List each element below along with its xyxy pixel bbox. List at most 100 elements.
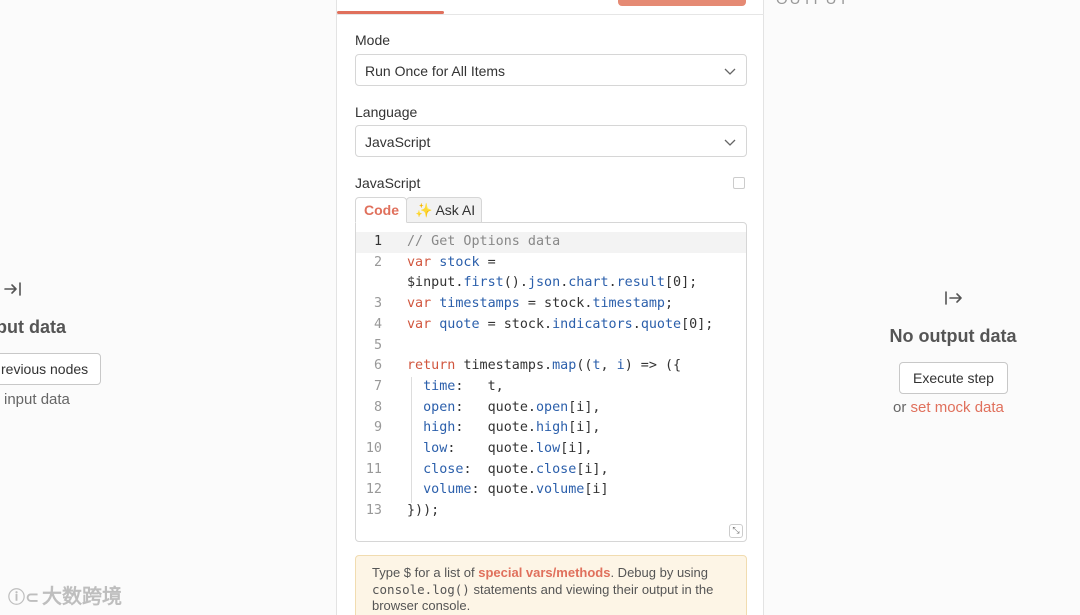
code-token: return xyxy=(407,358,464,374)
code-token: , xyxy=(600,358,617,374)
expand-icon[interactable] xyxy=(733,177,745,189)
tab-bar-divider xyxy=(337,14,764,15)
code-token: ; xyxy=(665,296,674,312)
hint-prefix: Type $ for a list of xyxy=(372,565,479,580)
previous-nodes-button[interactable]: revious nodes xyxy=(0,353,102,385)
hint-middle: . Debug by using xyxy=(610,565,709,580)
code-editor[interactable]: 1 // Get Options data 2 var stock = $input.f… xyxy=(355,222,747,542)
watermark-logo-icon: ⓘ⊂ xyxy=(8,588,40,607)
line-number: 6 xyxy=(373,358,382,374)
special-vars-link[interactable]: special vars/methods xyxy=(478,565,610,580)
code-line: 13})); xyxy=(356,500,746,521)
line-number: 8 xyxy=(373,399,382,415)
code-text: close: quote.close[i], xyxy=(407,459,609,480)
code-token: low xyxy=(536,441,561,456)
input-panel-subtext: input data xyxy=(4,391,70,408)
code-token: $input. xyxy=(407,275,464,291)
code-token: indicators xyxy=(552,316,633,332)
code-token: . xyxy=(608,275,617,291)
tab-ask-ai-label: Ask AI xyxy=(435,202,476,218)
mode-select-value: Run Once for All Items xyxy=(365,63,506,79)
code-text: var stock = xyxy=(407,252,496,273)
code-token: [0]; xyxy=(665,275,698,291)
language-select-value: JavaScript xyxy=(365,134,431,150)
code-token: = stock. xyxy=(479,316,553,332)
code-token: high xyxy=(423,420,456,436)
line-number: 9 xyxy=(373,420,382,436)
chevron-down-icon xyxy=(724,68,736,75)
input-panel-title: put data xyxy=(0,317,66,337)
line-number: 12 xyxy=(365,482,382,498)
watermark-logo: ⓘ⊂ 大数跨境 xyxy=(8,580,122,609)
language-label: Language xyxy=(355,104,418,120)
output-panel: OUTPUT No output data Execute step or se… xyxy=(764,0,1080,615)
code-token: map xyxy=(552,358,577,374)
set-mock-data-link[interactable]: set mock data xyxy=(911,399,1004,416)
language-select[interactable]: JavaScript xyxy=(355,125,747,157)
code-token: result xyxy=(616,275,665,291)
arrow-into-bar-icon xyxy=(4,282,21,296)
code-token: [i], xyxy=(568,420,601,436)
code-token: var xyxy=(407,316,440,332)
line-number: 1 xyxy=(373,234,382,249)
code-line: 8 open: quote.open[i], xyxy=(356,397,746,418)
code-token: t xyxy=(592,358,601,374)
execute-step-button[interactable]: Execute step xyxy=(899,362,1008,394)
resize-handle-icon[interactable]: ⤡ xyxy=(729,524,743,538)
code-token: . xyxy=(632,316,641,332)
mock-data-line: or set mock data xyxy=(893,399,1004,416)
line-number: 10 xyxy=(365,441,382,456)
line-number: 5 xyxy=(373,337,382,353)
code-token: [i], xyxy=(568,399,601,415)
code-line: 1 // Get Options data xyxy=(356,231,746,252)
code-text: var timestamps = stock.timestamp; xyxy=(407,293,673,314)
code-token: i xyxy=(616,358,625,374)
code-line: 5 xyxy=(356,335,746,356)
code-token: var xyxy=(407,296,440,312)
code-line: 2 var stock = xyxy=(356,252,746,273)
code-token: (( xyxy=(576,358,593,374)
code-token: ) => ({ xyxy=(624,358,682,374)
line-number: 7 xyxy=(373,378,382,394)
code-token: var xyxy=(407,254,440,270)
code-text: volume: quote.volume[i] xyxy=(407,479,609,500)
code-token: chart xyxy=(568,275,609,291)
output-panel-label: OUTPUT xyxy=(776,0,850,8)
code-token: timestamps xyxy=(439,296,520,312)
code-token: open xyxy=(423,399,456,415)
code-token: (). xyxy=(503,275,528,291)
tab-ask-ai[interactable]: ✨ Ask AI xyxy=(406,197,482,223)
line-number: 11 xyxy=(365,461,382,477)
code-token: [i] xyxy=(584,482,609,498)
code-token: low xyxy=(423,441,448,456)
code-line: 6 return timestamps.map((t, i) => ({ xyxy=(356,355,746,376)
code-text: })); xyxy=(407,500,439,521)
code-token: volume xyxy=(423,482,472,498)
code-line: 10 low: quote.low[i], xyxy=(356,438,746,459)
code-token: high xyxy=(536,420,569,436)
code-line: 9 high: quote.high[i], xyxy=(356,417,746,438)
code-token: open xyxy=(536,399,569,415)
code-hint: Type $ for a list of special vars/method… xyxy=(355,555,747,615)
code-token: stock xyxy=(439,254,480,270)
code-token: // Get Options data xyxy=(407,234,561,249)
code-token: : quote. xyxy=(463,461,536,477)
code-token: [0]; xyxy=(681,316,714,332)
mode-label: Mode xyxy=(355,32,391,48)
code-token: time xyxy=(423,378,456,394)
code-token: [i], xyxy=(560,441,593,456)
code-field-label: JavaScript xyxy=(355,175,421,191)
mode-select[interactable]: Run Once for All Items xyxy=(355,54,747,86)
tab-code[interactable]: Code xyxy=(355,197,407,223)
code-text: open: quote.open[i], xyxy=(407,397,601,418)
code-token: [i], xyxy=(576,461,609,477)
code-token: })); xyxy=(407,503,440,519)
top-action-button[interactable] xyxy=(618,0,746,6)
input-panel: put data revious nodes input data xyxy=(0,0,336,615)
mock-or-text: or xyxy=(893,399,911,416)
